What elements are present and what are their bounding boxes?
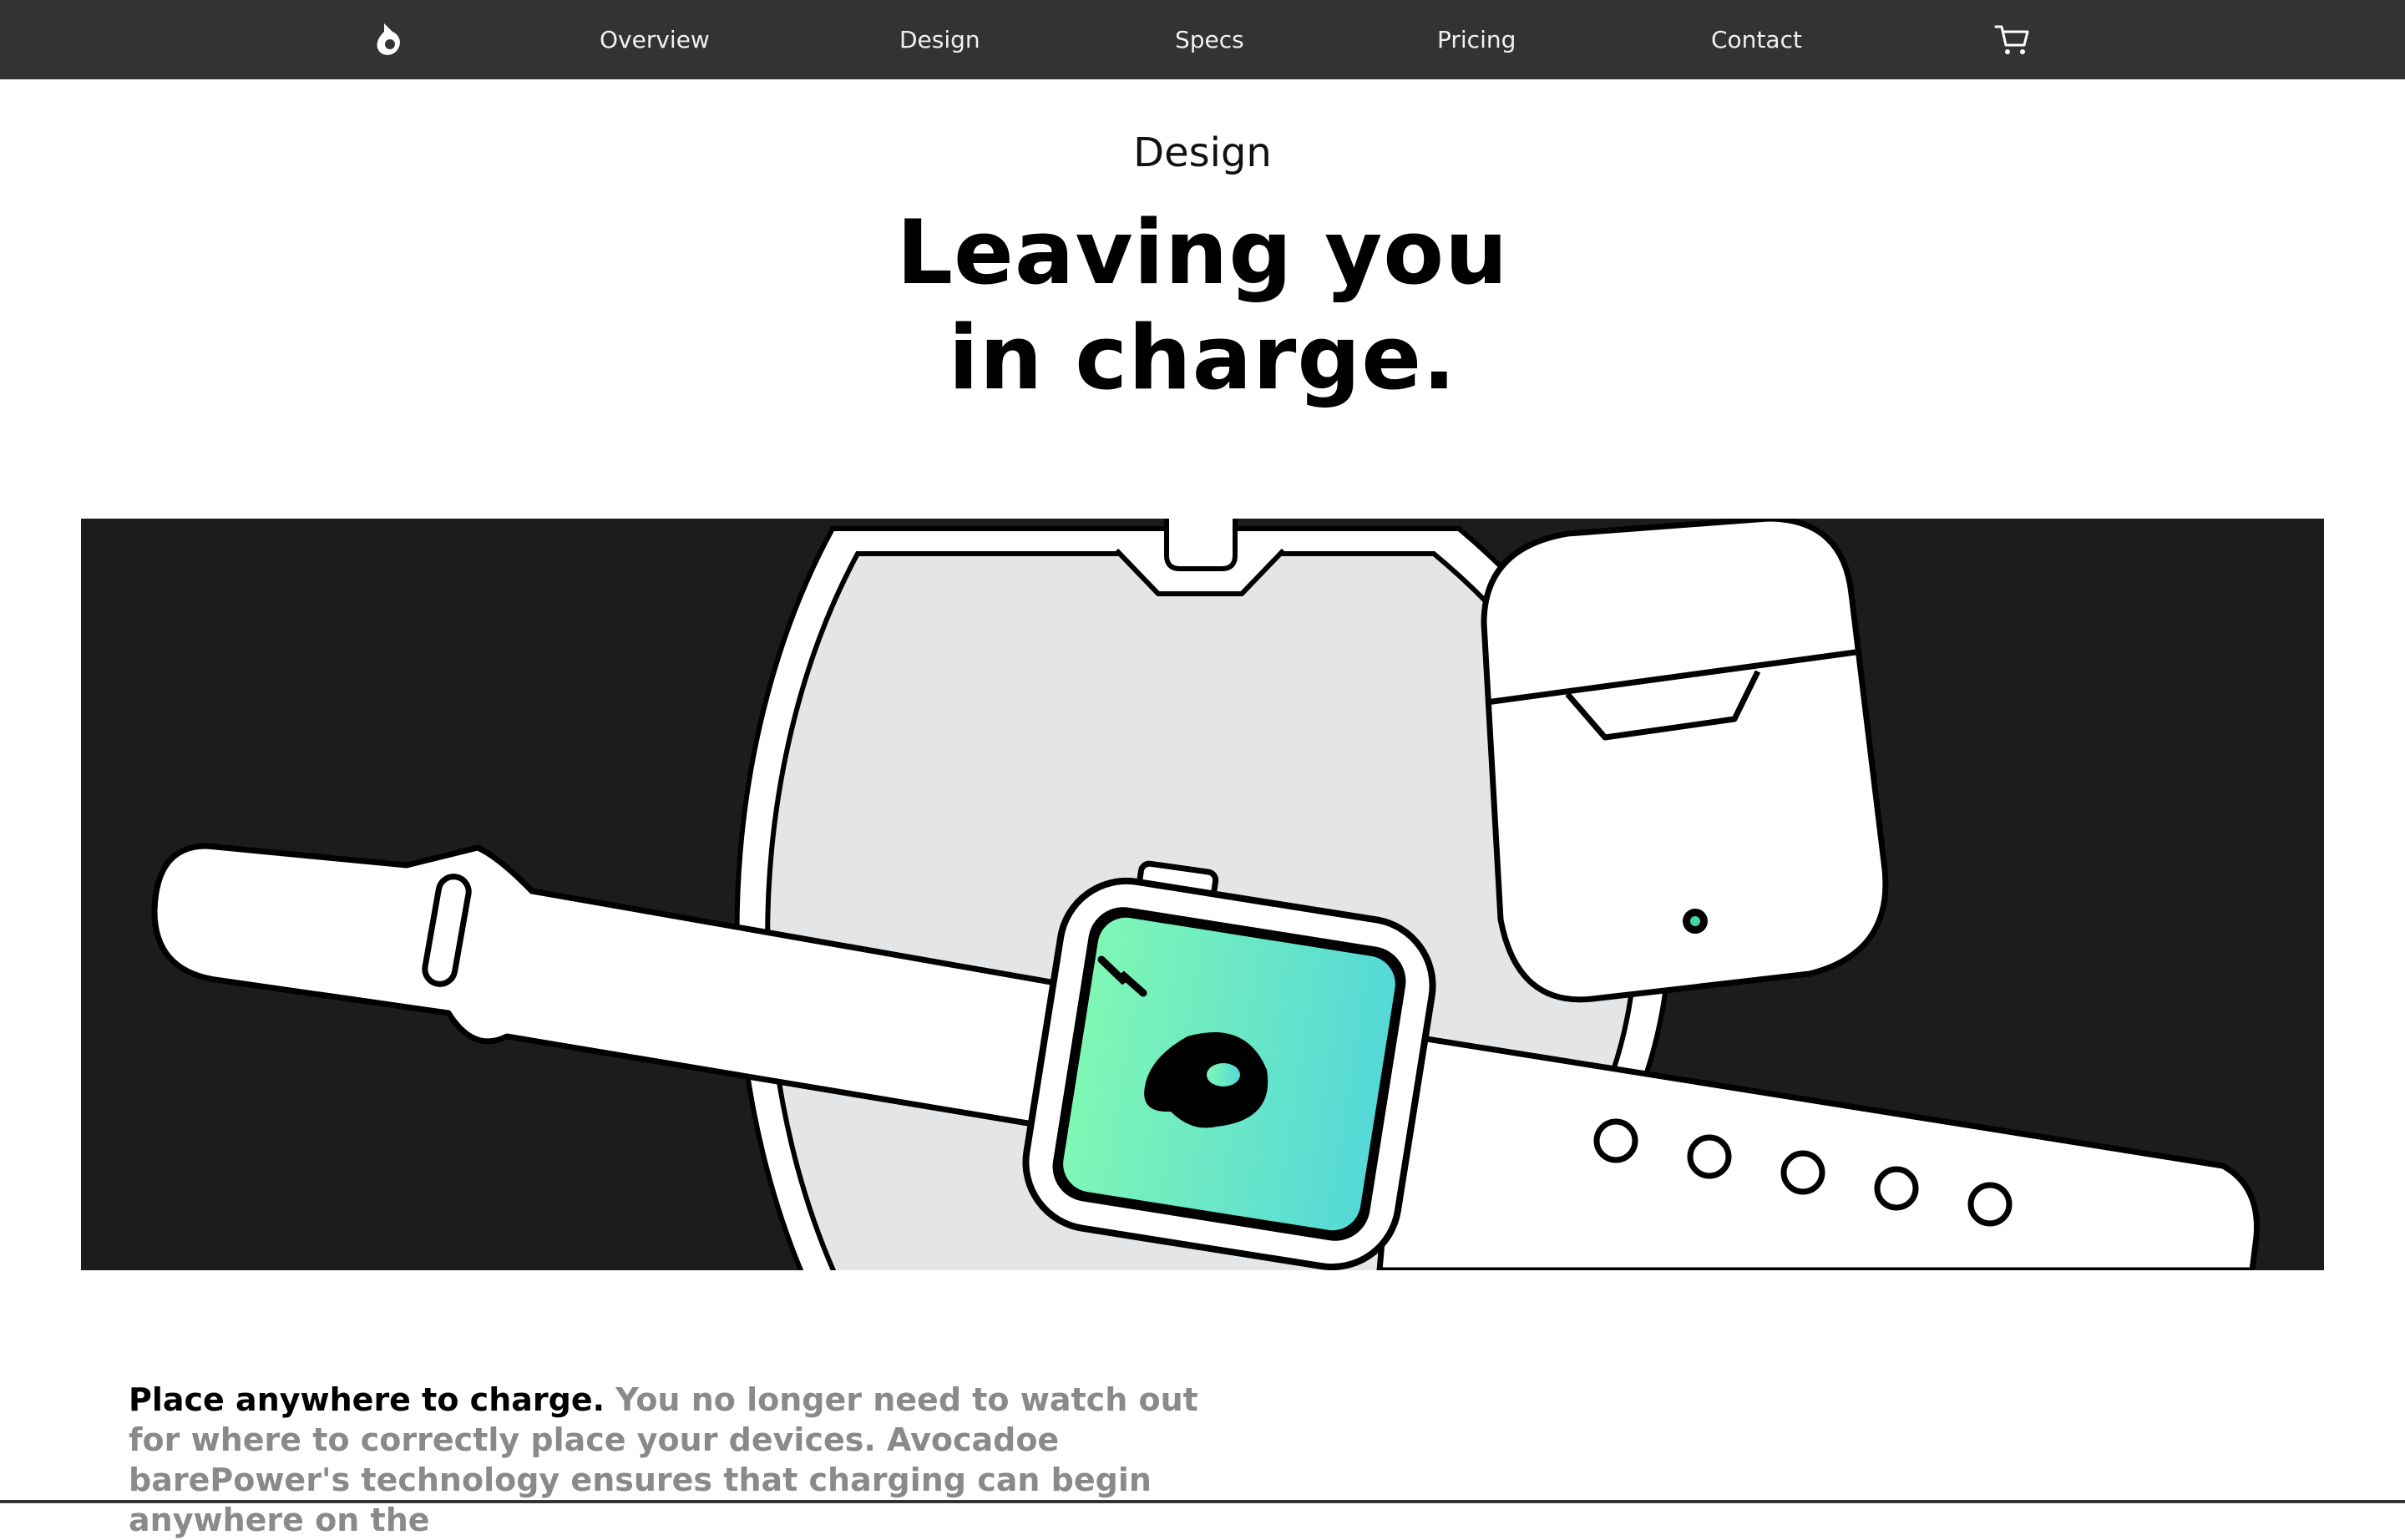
nav-contact[interactable]: Contact — [1711, 0, 1802, 79]
headline-line-2: in charge. — [948, 306, 1457, 409]
charging-pad-illustration — [151, 519, 2260, 1270]
nav-specs[interactable]: Specs — [1175, 0, 1244, 79]
section-headline: Leaving you in charge. — [0, 200, 2405, 411]
nav-pricing[interactable]: Pricing — [1437, 0, 1516, 79]
feature-lead: Place anywhere to charge. — [129, 1381, 605, 1418]
nav-overview[interactable]: Overview — [600, 0, 710, 79]
avocado-logo-icon[interactable] — [367, 20, 411, 60]
earbuds-case — [1481, 519, 1889, 1003]
top-navigation-bar: Overview Design Specs Pricing Contact — [0, 0, 2405, 79]
section-eyebrow: Design — [1133, 129, 1272, 176]
hero-illustration — [81, 519, 2324, 1270]
nav-design[interactable]: Design — [899, 0, 980, 79]
cart-icon[interactable] — [1994, 23, 2031, 57]
headline-line-1: Leaving you — [896, 201, 1509, 304]
smartwatch — [1022, 860, 1436, 1270]
bottom-divider — [0, 1500, 2405, 1503]
feature-paragraph: Place anywhere to charge. You no longer … — [129, 1380, 1214, 1540]
